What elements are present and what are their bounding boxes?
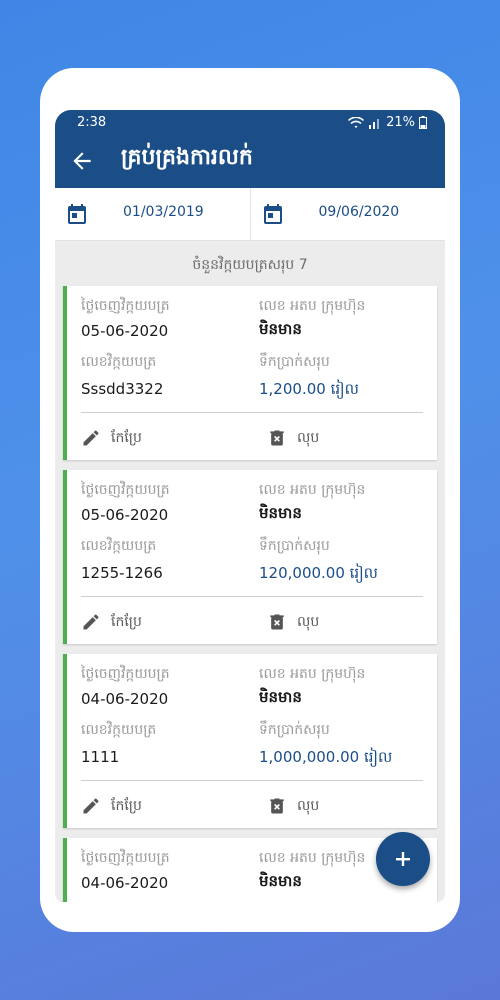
delete-label: លុប (297, 797, 320, 814)
back-arrow-icon[interactable] (69, 148, 95, 174)
delete-label: លុប (297, 613, 320, 630)
edit-button[interactable]: កែប្រែ (81, 424, 142, 452)
currency: រៀល (363, 748, 393, 766)
start-date-value: 01/03/2019 (123, 204, 204, 220)
edit-label: កែប្រែ (111, 429, 142, 446)
tax-company-label: លេខ អតប ក្រុមហ៊ុន (259, 482, 366, 498)
plus-icon (396, 852, 410, 866)
issue-date-label: ថ្ងៃចេញវិក្កយបត្រ (81, 298, 170, 314)
tax-company-label: លេខ អតប ក្រុមហ៊ុន (259, 298, 366, 314)
issue-date-label: ថ្ងៃចេញវិក្កយបត្រ (81, 482, 170, 498)
invoice-no-label: លេខវិក្កយបត្រ (81, 538, 157, 554)
edit-label: កែប្រែ (111, 613, 142, 630)
issue-date-value: 04-06-2020 (81, 690, 169, 708)
edit-button[interactable]: កែប្រែ (81, 608, 142, 636)
pencil-icon (83, 430, 99, 446)
date-filter-bar: 01/03/2019 09/06/2020 (55, 188, 445, 241)
invoice-no-value: 1111 (81, 748, 120, 766)
app-bar: 2:38 21% គ្រប់គ្រងការលក់ (55, 110, 445, 188)
trash-icon (270, 430, 284, 446)
battery-percent: 21% (386, 115, 415, 130)
delete-button[interactable]: លុប (267, 608, 319, 636)
app-screen: 2:38 21% គ្រប់គ្រងការលក់ 01/03/2019 09/0… (55, 110, 445, 902)
invoice-no-label: លេខវិក្កយបត្រ (81, 354, 157, 370)
invoice-card[interactable]: ថ្ងៃចេញវិក្កយបត្រ 05-06-2020 លេខ អតប ក្រ… (63, 286, 437, 460)
end-date-value: 09/06/2020 (318, 204, 400, 220)
tax-company-label: លេខ អតប ក្រុមហ៊ុន (259, 850, 366, 866)
total-label: ទឹកប្រាក់សរុប (259, 538, 330, 554)
currency: រៀល (330, 380, 359, 398)
end-date-picker[interactable]: 09/06/2020 (249, 188, 446, 240)
divider (81, 596, 423, 597)
amount: 1,000,000.00 (259, 748, 360, 766)
divider (81, 780, 423, 781)
total-label: ទឹកប្រាក់សរុប (259, 722, 330, 738)
amount: 120,000.00 (259, 564, 345, 582)
invoice-card[interactable]: ថ្ងៃចេញវិក្កយបត្រ 04-06-2020 លេខ អតប ក្រ… (63, 654, 437, 828)
currency: រៀល (349, 564, 378, 582)
edit-label: កែប្រែ (111, 797, 142, 814)
issue-date-value: 05-06-2020 (81, 506, 169, 524)
toolbar: គ្រប់គ្រងការលក់ (55, 140, 445, 184)
tax-company-value: មិនមាន (259, 688, 302, 706)
battery-icon (419, 116, 427, 129)
edit-button[interactable]: កែប្រែ (81, 792, 142, 820)
tax-company-label: លេខ អតប ក្រុមហ៊ុន (259, 666, 366, 682)
issue-date-label: ថ្ងៃចេញវិក្កយបត្រ (81, 850, 170, 866)
status-bar: 2:38 21% (55, 110, 445, 136)
total-value: 1,000,000.00 រៀល (259, 748, 392, 770)
wifi-icon (348, 116, 365, 128)
pencil-icon (83, 798, 99, 814)
delete-label: លុប (297, 429, 320, 446)
status-right: 21% (348, 115, 427, 130)
calendar-icon (263, 204, 282, 224)
invoice-no-value: Sssdd3322 (81, 380, 164, 398)
start-date-picker[interactable]: 01/03/2019 (55, 188, 250, 240)
issue-date-label: ថ្ងៃចេញវិក្កយបត្រ (81, 666, 170, 682)
trash-icon (270, 614, 284, 630)
page-title: គ្រប់គ្រងការលក់ (121, 145, 253, 170)
delete-button[interactable]: លុប (267, 792, 319, 820)
invoice-card[interactable]: ថ្ងៃចេញវិក្កយបត្រ 05-06-2020 លេខ អតប ក្រ… (63, 470, 437, 644)
status-time: 2:38 (77, 115, 107, 130)
total-label: ទឹកប្រាក់សរុប (259, 354, 330, 370)
amount: 1,200.00 (259, 380, 326, 398)
invoice-no-value: 1255-1266 (81, 564, 163, 582)
calendar-icon (68, 204, 86, 224)
divider (81, 412, 423, 413)
trash-icon (270, 798, 284, 814)
pencil-icon (83, 614, 99, 630)
total-value: 1,200.00 រៀល (259, 380, 359, 402)
add-invoice-button[interactable] (376, 832, 430, 886)
tax-company-value: មិនមាន (259, 504, 302, 522)
total-value: 120,000.00 រៀល (259, 564, 378, 586)
issue-date-value: 04-06-2020 (81, 874, 169, 892)
invoice-count: ចំនួនវិក្កយបត្រសរុប 7 (192, 257, 308, 273)
invoice-no-label: លេខវិក្កយបត្រ (81, 722, 157, 738)
tax-company-value: មិនមាន (259, 320, 302, 338)
tax-company-value: មិនមាន (259, 872, 302, 890)
signal-icon (369, 118, 380, 129)
issue-date-value: 05-06-2020 (81, 322, 169, 340)
delete-button[interactable]: លុប (267, 424, 319, 452)
